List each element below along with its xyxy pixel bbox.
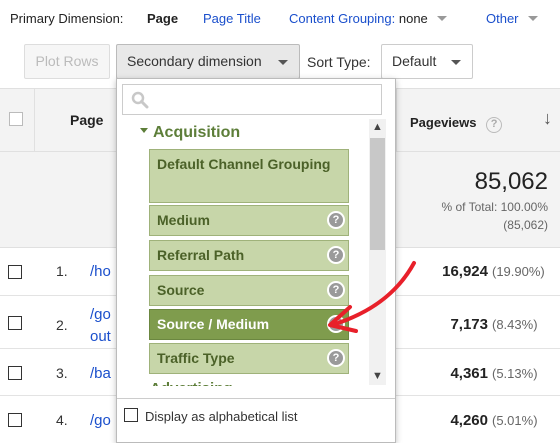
row-checkbox[interactable] (8, 366, 22, 380)
total-value: (85,062) (503, 218, 548, 232)
alphabetical-list-checkbox[interactable] (124, 408, 138, 422)
search-icon (131, 91, 149, 109)
content-grouping-label: Content Grouping: (289, 11, 396, 26)
chevron-down-icon (437, 16, 448, 22)
dimension-option-medium[interactable]: Medium ? (149, 205, 349, 236)
header-checkbox-cell (0, 88, 35, 152)
row-percentage: (19.90%) (492, 264, 545, 279)
row-page-link-continued[interactable]: out (90, 328, 111, 345)
alphabetical-list-label[interactable]: Display as alphabetical list (145, 409, 297, 424)
select-all-checkbox[interactable] (9, 112, 23, 126)
dimension-option-default-channel-grouping[interactable]: Default Channel Grouping (149, 149, 349, 203)
chevron-down-icon (451, 60, 461, 65)
plot-rows-button[interactable]: Plot Rows (24, 44, 110, 79)
chevron-down-icon (528, 16, 539, 22)
row-page-link[interactable]: /ho (90, 263, 111, 280)
sort-type-value: Default (392, 53, 437, 69)
scroll-up-icon[interactable]: ▲ (370, 119, 385, 135)
sort-arrow-icon[interactable]: ↓ (543, 108, 552, 129)
primary-dimension-content-grouping-link[interactable]: Content Grouping: none (289, 11, 448, 26)
row-page-link[interactable]: /ba (90, 365, 111, 382)
help-icon[interactable]: ? (486, 117, 503, 133)
primary-dimension-other-link[interactable]: Other (486, 11, 539, 26)
pageviews-header-label: Pageviews (410, 115, 477, 130)
row-percentage: (8.43%) (492, 317, 538, 332)
row-index: 1. (56, 263, 68, 279)
sort-type-label: Sort Type: (307, 54, 371, 70)
dimension-search-input[interactable] (122, 84, 382, 115)
annotation-arrow-icon (328, 261, 416, 333)
dimension-group-acquisition[interactable]: Acquisition (140, 124, 240, 142)
dimension-option-label: Traffic Type (157, 350, 235, 366)
row-page-link[interactable]: /go (90, 412, 111, 429)
column-header-pageviews[interactable]: Pageviews ? (410, 115, 503, 133)
row-pageviews: 16,924 (442, 263, 488, 280)
help-icon[interactable]: ? (327, 211, 345, 229)
dimension-group-advertising[interactable]: Advertising (150, 380, 233, 386)
dimension-group-label: Acquisition (153, 124, 241, 141)
dimension-option-label: Referral Path (157, 247, 245, 263)
dimension-option-label: Source / Medium (157, 316, 270, 332)
help-icon[interactable]: ? (327, 349, 345, 367)
row-percentage: (5.01%) (492, 413, 538, 428)
other-label: Other (486, 11, 519, 26)
dropdown-scrollbar-thumb[interactable] (370, 138, 385, 250)
total-pageviews: 85,062 (474, 168, 548, 195)
dimension-option-label: Default Channel Grouping (157, 156, 331, 172)
row-pageviews: 4,361 (450, 365, 488, 382)
row-checkbox[interactable] (8, 265, 22, 279)
dimension-option-label: Source (157, 282, 205, 298)
row-percentage: (5.13%) (492, 366, 538, 381)
row-page-link[interactable]: /go (90, 306, 111, 323)
primary-dimension-label: Primary Dimension: (10, 11, 124, 26)
sort-type-select[interactable]: Default (381, 44, 473, 79)
content-grouping-value: none (398, 11, 428, 26)
row-checkbox[interactable] (8, 316, 22, 330)
row-index: 2. (56, 317, 68, 333)
row-pageviews: 4,260 (450, 412, 488, 429)
row-index: 4. (56, 412, 68, 428)
column-header-page[interactable]: Page (70, 112, 103, 128)
scroll-down-icon[interactable]: ▼ (370, 368, 385, 384)
dimension-option-traffic-type[interactable]: Traffic Type ? (149, 343, 349, 374)
row-checkbox[interactable] (8, 413, 22, 427)
row-pageviews: 7,173 (450, 316, 488, 333)
chevron-down-icon (278, 60, 288, 65)
secondary-dimension-button[interactable]: Secondary dimension (116, 44, 300, 79)
total-percentage: % of Total: 100.00% (441, 200, 548, 214)
collapse-triangle-icon (140, 128, 148, 134)
secondary-dimension-label: Secondary dimension (127, 53, 262, 69)
dimension-option-label: Medium (157, 212, 210, 228)
primary-dimension-bar: Primary Dimension: Page Page Title Conte… (0, 0, 560, 36)
row-index: 3. (56, 365, 68, 381)
primary-dimension-page: Page (147, 11, 179, 26)
column-divider (396, 88, 397, 152)
primary-dimension-page-title-link[interactable]: Page Title (203, 11, 261, 26)
